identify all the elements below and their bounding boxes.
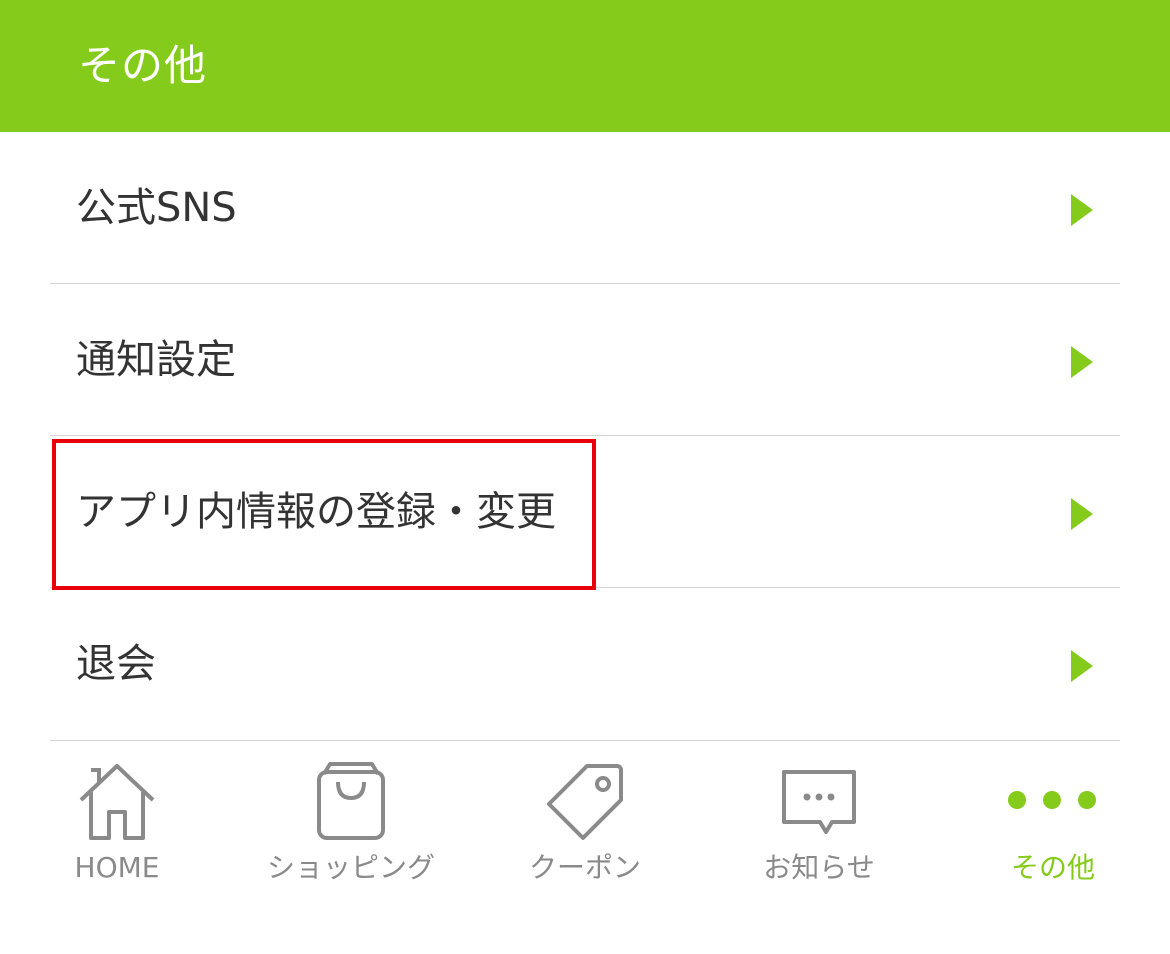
menu-item-label: アプリ内情報の登録・変更 bbox=[76, 489, 556, 535]
page-title: その他 bbox=[78, 41, 208, 90]
menu-item-label: 退会 bbox=[76, 641, 156, 687]
tab-label: その他 bbox=[1010, 851, 1095, 884]
chevron-right-icon bbox=[1071, 650, 1093, 682]
tab-home[interactable]: HOME bbox=[0, 744, 234, 904]
shopping-bag-icon bbox=[234, 760, 468, 842]
menu-item-label: 公式SNS bbox=[76, 185, 237, 231]
tab-more[interactable]: その他 bbox=[936, 744, 1170, 904]
chevron-right-icon bbox=[1071, 498, 1093, 530]
chevron-right-icon bbox=[1071, 346, 1093, 378]
chevron-right-icon bbox=[1071, 194, 1093, 226]
tag-icon bbox=[468, 760, 702, 842]
tab-shopping[interactable]: ショッピング bbox=[234, 744, 468, 904]
menu-item-app-info-registration[interactable]: アプリ内情報の登録・変更 bbox=[50, 436, 1120, 588]
tab-label: お知らせ bbox=[763, 851, 875, 884]
home-icon bbox=[0, 760, 234, 842]
more-dots-icon bbox=[936, 760, 1170, 842]
tab-label: クーポン bbox=[528, 851, 641, 884]
tab-label: ショッピング bbox=[266, 851, 435, 884]
menu-item-label: 通知設定 bbox=[76, 337, 236, 383]
speech-bubble-icon bbox=[702, 760, 936, 842]
settings-menu: 公式SNS 通知設定 アプリ内情報の登録・変更 退会 bbox=[50, 132, 1120, 741]
menu-item-official-sns[interactable]: 公式SNS bbox=[50, 132, 1120, 284]
menu-item-notification-settings[interactable]: 通知設定 bbox=[50, 284, 1120, 436]
bottom-tab-bar: HOME ショッピング クーポン お知らせ その他 bbox=[0, 744, 1170, 954]
tab-coupon[interactable]: クーポン bbox=[468, 744, 702, 904]
tab-notifications[interactable]: お知らせ bbox=[702, 744, 936, 904]
app-header: その他 bbox=[0, 0, 1170, 132]
tab-label: HOME bbox=[74, 851, 160, 884]
menu-item-withdraw[interactable]: 退会 bbox=[50, 588, 1120, 741]
